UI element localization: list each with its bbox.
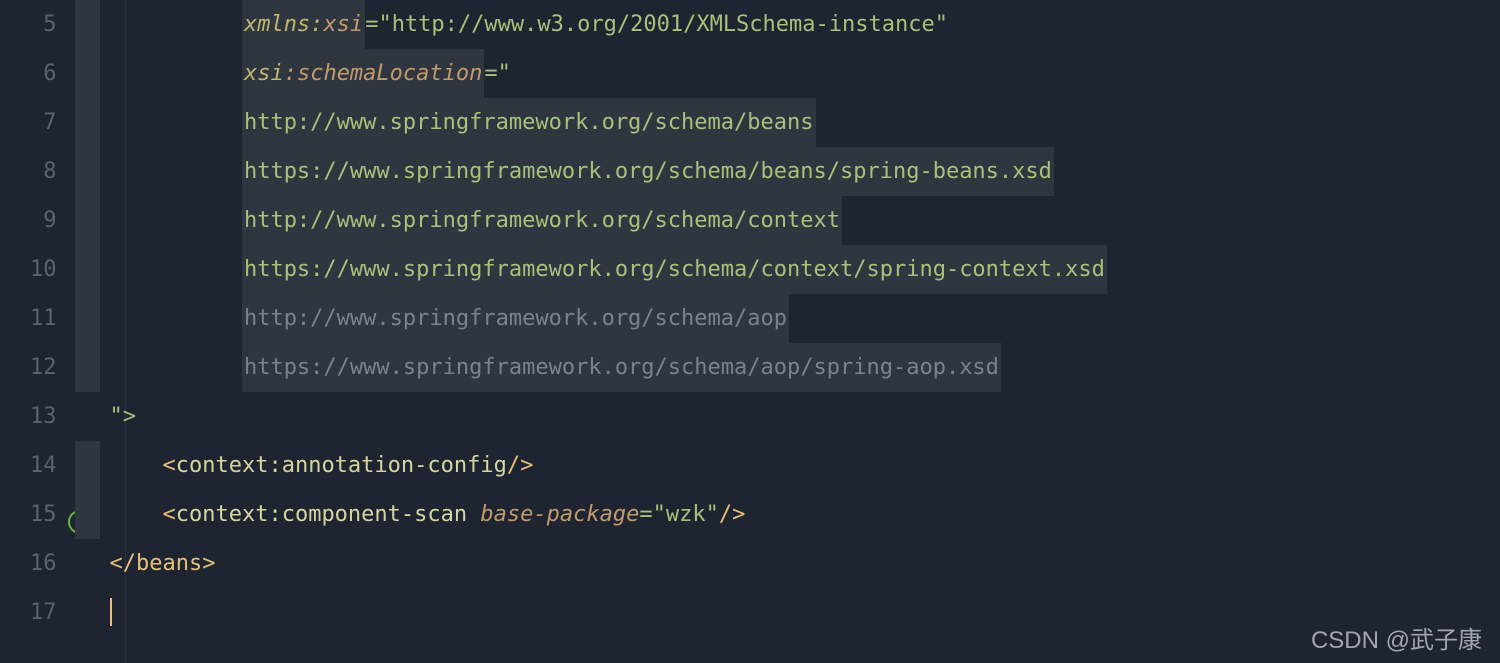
xml-tag: beans bbox=[136, 551, 202, 576]
xml-string: http://www.w3.org/2001/XMLSchema-instanc… bbox=[392, 12, 935, 37]
code-line-16[interactable]: </beans> bbox=[110, 539, 1500, 588]
xml-close: "> bbox=[110, 404, 137, 429]
code-line-15[interactable]: <context:component-scan base-package="wz… bbox=[110, 490, 1500, 539]
xml-quote: " bbox=[706, 502, 719, 527]
line-number: 16 bbox=[30, 539, 57, 588]
line-number: 7 bbox=[30, 98, 57, 147]
xml-namespace: context bbox=[176, 502, 269, 527]
line-number: 11 bbox=[30, 294, 57, 343]
line-number: 5 bbox=[30, 0, 57, 49]
watermark-text: CSDN @武子康 bbox=[1311, 620, 1482, 655]
code-line-17[interactable] bbox=[110, 588, 1500, 637]
code-line-14[interactable]: <context:annotation-config/> bbox=[110, 441, 1500, 490]
xml-quote: " bbox=[653, 502, 666, 527]
xml-punc: = bbox=[484, 61, 497, 86]
code-line-12[interactable]: https://www.springframework.org/schema/a… bbox=[110, 343, 1500, 392]
xml-prefix: xsi bbox=[244, 61, 284, 86]
line-number: 17 bbox=[30, 588, 57, 637]
line-number-gutter: 5 6 7 8 9 10 11 12 13 14 15 16 17 bbox=[0, 0, 75, 663]
line-number: 10 bbox=[30, 245, 57, 294]
line-number: 14 bbox=[30, 441, 57, 490]
code-line-10[interactable]: https://www.springframework.org/schema/c… bbox=[110, 245, 1500, 294]
xml-tag: annotation-config bbox=[282, 453, 507, 478]
fold-marker bbox=[75, 98, 100, 147]
line-number: 6 bbox=[30, 49, 57, 98]
xml-close: /> bbox=[719, 502, 746, 527]
line-number: 12 bbox=[30, 343, 57, 392]
line-number: 9 bbox=[30, 196, 57, 245]
xml-url: http://www.springframework.org/schema/be… bbox=[244, 110, 814, 135]
xml-prefix: xsi bbox=[323, 12, 363, 37]
xml-quote: " bbox=[935, 12, 948, 37]
fold-marker bbox=[75, 196, 100, 245]
code-line-13[interactable]: "> bbox=[110, 392, 1500, 441]
code-line-8[interactable]: https://www.springframework.org/schema/b… bbox=[110, 147, 1500, 196]
xml-url: https://www.springframework.org/schema/a… bbox=[244, 355, 999, 380]
line-number: 13 bbox=[30, 392, 57, 441]
text-cursor bbox=[110, 598, 112, 626]
xml-colon: : bbox=[268, 453, 281, 478]
xml-namespace: context bbox=[176, 453, 269, 478]
space bbox=[467, 502, 480, 527]
code-line-7[interactable]: http://www.springframework.org/schema/be… bbox=[110, 98, 1500, 147]
xml-value: wzk bbox=[666, 502, 706, 527]
xml-url: https://www.springframework.org/schema/b… bbox=[244, 159, 1052, 184]
fold-marker bbox=[75, 294, 100, 343]
xml-punc: = bbox=[639, 502, 652, 527]
fold-marker bbox=[75, 490, 100, 539]
xml-colon: : bbox=[268, 502, 281, 527]
code-content[interactable]: xmlns:xsi="http://www.w3.org/2001/XMLSch… bbox=[75, 0, 1500, 663]
line-number: 8 bbox=[30, 147, 57, 196]
line-number: 15 bbox=[30, 490, 57, 539]
xml-open: < bbox=[162, 453, 175, 478]
xml-attr: schemaLocation bbox=[297, 61, 482, 86]
xml-attr: base-package bbox=[480, 502, 639, 527]
xml-quote: " bbox=[498, 61, 511, 86]
code-line-5[interactable]: xmlns:xsi="http://www.w3.org/2001/XMLSch… bbox=[110, 0, 1500, 49]
xml-url: http://www.springframework.org/schema/co… bbox=[244, 208, 840, 233]
xml-colon: : bbox=[284, 61, 297, 86]
fold-marker bbox=[75, 0, 100, 49]
xml-namespace: xmlns: bbox=[244, 12, 323, 37]
fold-marker bbox=[75, 441, 100, 490]
fold-marker bbox=[75, 343, 100, 392]
fold-marker bbox=[75, 49, 100, 98]
code-line-6[interactable]: xsi:schemaLocation=" bbox=[110, 49, 1500, 98]
fold-marker bbox=[75, 245, 100, 294]
code-editor[interactable]: 5 6 7 8 9 10 11 12 13 14 15 16 17 xmlns:… bbox=[0, 0, 1500, 663]
xml-punc: = bbox=[365, 12, 378, 37]
code-line-11[interactable]: http://www.springframework.org/schema/ao… bbox=[110, 294, 1500, 343]
xml-close: > bbox=[202, 551, 215, 576]
xml-url: http://www.springframework.org/schema/ao… bbox=[244, 306, 787, 331]
code-line-9[interactable]: http://www.springframework.org/schema/co… bbox=[110, 196, 1500, 245]
xml-close: /> bbox=[507, 453, 534, 478]
xml-quote: " bbox=[378, 12, 391, 37]
xml-tag: component-scan bbox=[282, 502, 467, 527]
xml-url: https://www.springframework.org/schema/c… bbox=[244, 257, 1105, 282]
fold-marker bbox=[75, 147, 100, 196]
xml-open: < bbox=[162, 502, 175, 527]
xml-open: </ bbox=[110, 551, 137, 576]
